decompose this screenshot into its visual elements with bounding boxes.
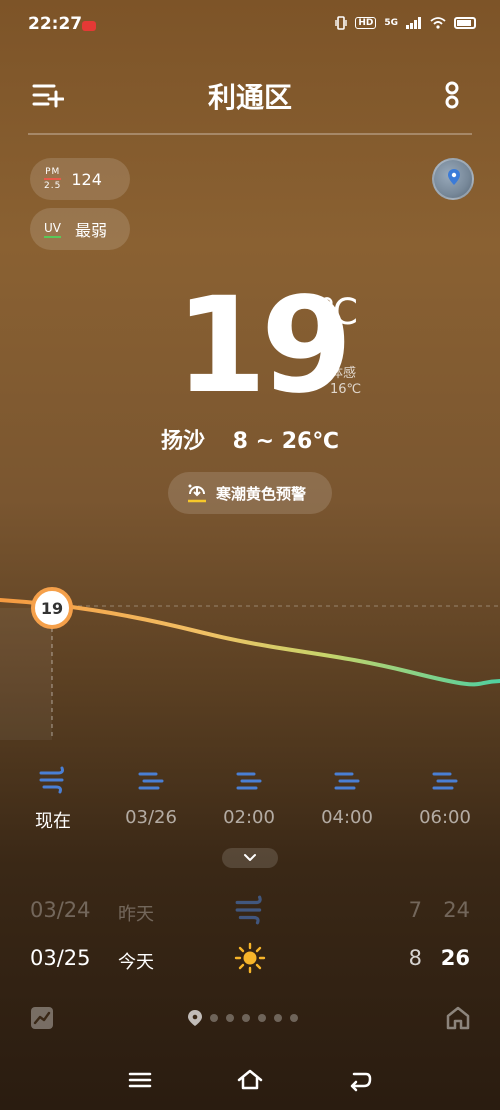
hour-label: 06:00	[419, 807, 471, 828]
location-pin-icon	[188, 1010, 202, 1026]
day-date: 03/25	[30, 946, 91, 970]
pm25-pill[interactable]: PM 2.5 124	[30, 158, 130, 200]
network-indicator: 5G	[384, 18, 398, 28]
cold-wave-alert-icon	[188, 484, 206, 503]
feels-like-value: 16℃	[330, 382, 362, 397]
wifi-icon	[430, 17, 446, 29]
hd-indicator: HD	[355, 17, 377, 29]
haze-icon	[236, 772, 262, 790]
day-date: 03/24	[30, 898, 91, 922]
system-navigation-bar	[0, 1060, 500, 1100]
hourly-item[interactable]: 02:00	[204, 765, 294, 828]
pm25-label: PM 2.5	[44, 167, 62, 191]
expand-forecast-button[interactable]	[222, 848, 278, 868]
hourly-item[interactable]: 04:00	[302, 765, 392, 828]
hour-label: 04:00	[321, 807, 373, 828]
current-temp-marker: 19	[31, 587, 73, 629]
hourly-item[interactable]: 现在	[8, 765, 98, 833]
day-name: 今天	[118, 952, 154, 973]
day-high: 26	[440, 946, 470, 970]
day-name: 昨天	[118, 904, 154, 925]
weather-alert-button[interactable]: 寒潮黄色预警	[168, 472, 332, 514]
home-icon[interactable]	[444, 1004, 472, 1032]
home-nav-icon[interactable]	[236, 1066, 264, 1094]
uv-pill[interactable]: UV 最弱	[30, 208, 130, 250]
temperature-range: 8 ~ 26℃	[232, 429, 339, 454]
page-dot	[274, 1014, 282, 1022]
sun-icon	[234, 942, 266, 974]
page-dot	[258, 1014, 266, 1022]
map-button[interactable]	[432, 158, 474, 200]
sandstorm-icon	[39, 766, 64, 794]
haze-icon	[432, 772, 458, 790]
daily-row-yesterday[interactable]: 03/24 昨天 7 24	[0, 895, 500, 938]
notification-badge-icon	[82, 21, 96, 31]
haze-icon	[334, 772, 360, 790]
chevron-down-icon	[244, 854, 256, 861]
more-options-icon[interactable]	[444, 80, 460, 110]
sandstorm-icon	[235, 895, 262, 925]
page-dot	[226, 1014, 234, 1022]
page-dot	[242, 1014, 250, 1022]
daily-row-today[interactable]: 03/25 今天 8 26	[0, 942, 500, 986]
hourly-item[interactable]: 03/26	[106, 765, 196, 828]
recent-apps-icon[interactable]	[126, 1066, 154, 1094]
hourly-forecast: 现在 03/26 02:00 04:00 06:00	[0, 765, 500, 835]
day-low: 8	[408, 946, 422, 970]
hour-label: 03/26	[125, 807, 177, 828]
header-divider	[28, 133, 472, 135]
back-icon[interactable]	[346, 1066, 374, 1094]
signal-icon	[406, 17, 421, 29]
page-dot	[290, 1014, 298, 1022]
uv-value: 最弱	[75, 221, 108, 240]
feels-like-label: 体感	[330, 366, 357, 381]
pm25-value: 124	[71, 169, 102, 189]
uv-label: UV	[44, 221, 61, 238]
page-title: 利通区	[207, 81, 292, 114]
hour-label: 现在	[35, 811, 71, 832]
hour-label: 02:00	[223, 807, 275, 828]
weather-summary: 扬沙 8 ~ 26℃	[0, 423, 500, 455]
trend-chart-icon[interactable]	[30, 1006, 54, 1030]
day-high: 24	[443, 898, 470, 922]
temperature-curve	[0, 598, 500, 740]
temperature-unit: ℃	[318, 292, 359, 333]
status-time: 22:27	[28, 14, 83, 34]
hourly-item[interactable]: 06:00	[400, 765, 490, 828]
haze-icon	[138, 772, 164, 790]
map-pin-icon	[448, 169, 460, 185]
page-dot	[210, 1014, 218, 1022]
day-low: 7	[408, 898, 422, 922]
weather-alert-text: 寒潮黄色预警	[216, 484, 307, 503]
battery-icon	[454, 17, 476, 29]
weather-condition: 扬沙	[160, 429, 205, 454]
status-icons: HD 5G	[335, 16, 476, 30]
city-page-indicator	[188, 1010, 298, 1026]
vibrate-icon	[335, 16, 348, 30]
